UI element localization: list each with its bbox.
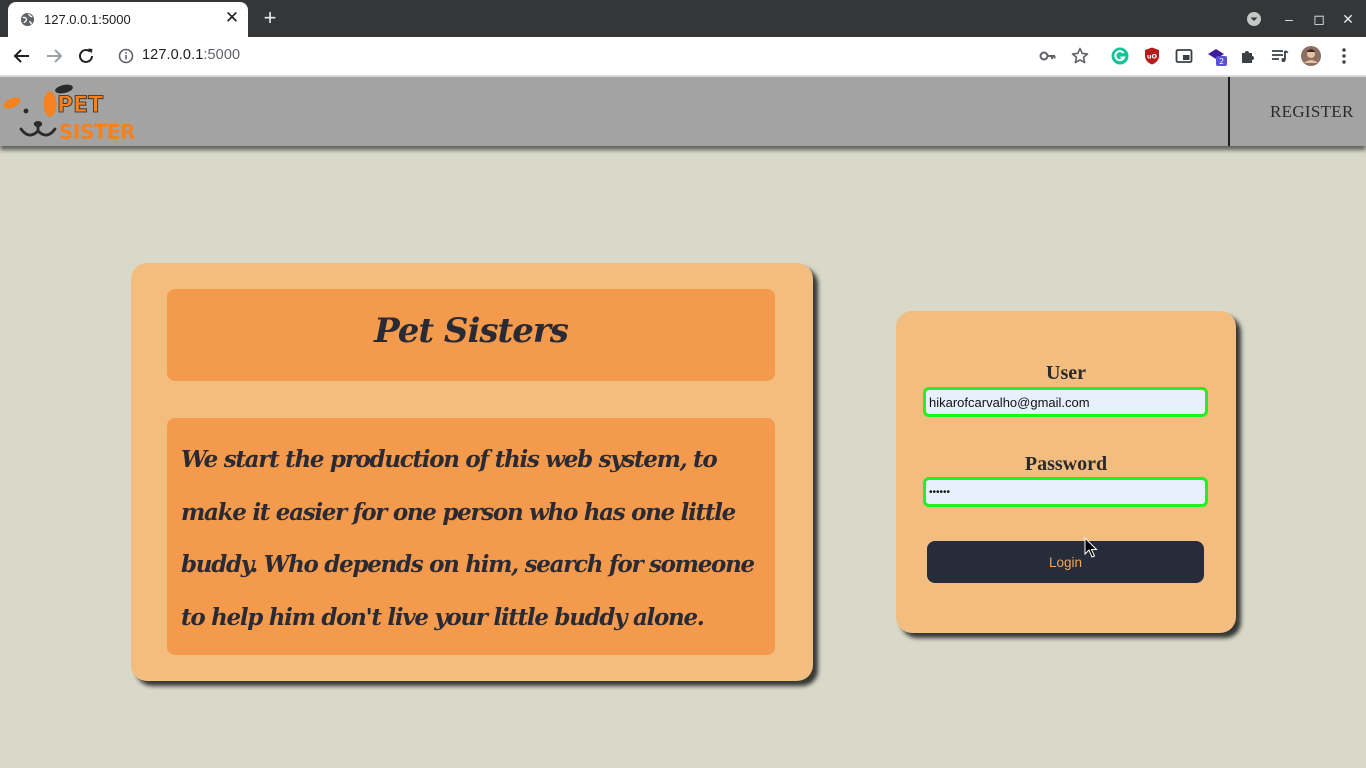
reading-list-icon[interactable] (1269, 45, 1291, 67)
picture-in-picture-icon[interactable] (1173, 45, 1195, 67)
tab-search-icon[interactable] (1245, 10, 1263, 28)
url-host: 127.0.0.1 (142, 47, 204, 63)
window-close-icon[interactable]: ✕ (1339, 10, 1357, 28)
about-card: Pet Sisters We start the production of t… (131, 263, 813, 681)
extension-badge-icon[interactable]: 2 (1205, 45, 1227, 67)
back-arrow-icon[interactable] (11, 45, 33, 67)
grammarly-icon[interactable] (1109, 45, 1131, 67)
reload-icon[interactable] (75, 45, 97, 67)
user-input[interactable] (923, 387, 1208, 417)
login-form: User Password Login (896, 311, 1236, 633)
close-tab-icon[interactable]: ✕ (222, 8, 242, 28)
about-title: Pet Sisters (374, 311, 569, 351)
about-text-box: We start the production of this web syst… (167, 418, 775, 655)
login-button[interactable]: Login (927, 541, 1204, 583)
about-description: We start the production of this web syst… (181, 446, 755, 631)
minimize-icon[interactable]: – (1280, 10, 1298, 28)
address-bar[interactable]: 127.0.0.1:5000 (142, 47, 240, 63)
password-label: Password (1024, 453, 1108, 475)
new-tab-icon[interactable]: + (258, 7, 282, 31)
kebab-menu-icon[interactable] (1333, 45, 1355, 67)
logo-text-top: PET (57, 93, 103, 118)
key-icon[interactable] (1037, 45, 1059, 67)
puzzle-piece-icon[interactable] (1237, 45, 1259, 67)
forward-arrow-icon[interactable] (43, 45, 65, 67)
browser-tab[interactable]: 127.0.0.1:5000 ✕ (8, 2, 248, 37)
mouse-cursor-icon (1084, 537, 1098, 558)
site-info-icon[interactable] (115, 45, 137, 67)
browser-toolbar: 127.0.0.1:5000 uO 2 (0, 37, 1366, 76)
header-divider (1228, 77, 1230, 146)
about-title-box: Pet Sisters (167, 289, 775, 381)
tab-title: 127.0.0.1:5000 (44, 12, 131, 27)
browser-tabstrip: 127.0.0.1:5000 ✕ + – ◻ ✕ (0, 0, 1366, 37)
svg-text:uO: uO (1147, 53, 1158, 61)
url-port: :5000 (203, 47, 241, 63)
star-icon[interactable] (1069, 45, 1091, 67)
user-label: User (1046, 362, 1086, 384)
password-input[interactable] (923, 477, 1208, 507)
globe-icon (20, 12, 35, 27)
ublock-icon[interactable]: uO (1141, 45, 1163, 67)
pet-sister-logo[interactable]: PET SISTER (2, 80, 158, 144)
site-header: PET SISTER REGISTER (0, 77, 1366, 146)
maximize-icon[interactable]: ◻ (1310, 10, 1328, 28)
register-link[interactable]: REGISTER (1270, 102, 1354, 122)
profile-avatar-icon[interactable] (1300, 45, 1322, 67)
extension-badge-count: 2 (1219, 57, 1224, 66)
logo-text-bottom: SISTER (59, 120, 135, 144)
